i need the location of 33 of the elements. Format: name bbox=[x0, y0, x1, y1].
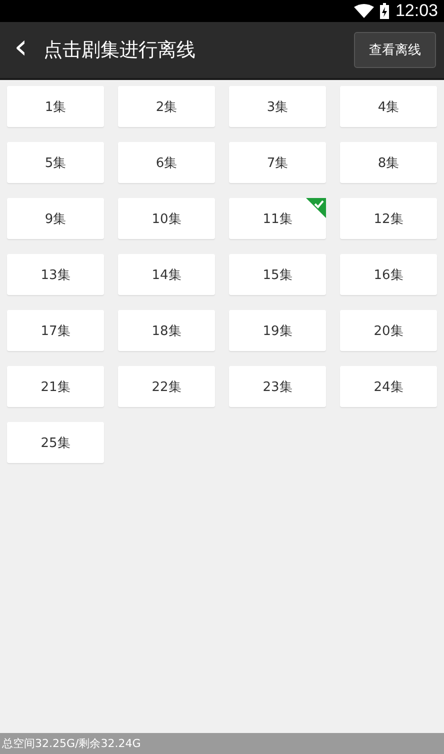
episode-tile[interactable]: 24集 bbox=[340, 366, 437, 407]
episode-tile[interactable]: 8集 bbox=[340, 142, 437, 183]
episode-tile[interactable]: 3集 bbox=[229, 86, 326, 127]
episode-tile[interactable]: 13集 bbox=[7, 254, 104, 295]
back-button[interactable]: ‹ bbox=[14, 30, 34, 70]
episode-tile[interactable]: 16集 bbox=[340, 254, 437, 295]
battery-icon bbox=[380, 3, 390, 19]
episode-tile[interactable]: 12集 bbox=[340, 198, 437, 239]
view-offline-button[interactable]: 查看离线 bbox=[354, 32, 436, 68]
status-time: 12:03 bbox=[395, 1, 438, 21]
wifi-icon bbox=[354, 4, 374, 18]
episode-tile[interactable]: 9集 bbox=[7, 198, 104, 239]
episode-tile[interactable]: 5集 bbox=[7, 142, 104, 183]
episode-tile[interactable]: 14集 bbox=[118, 254, 215, 295]
episode-tile[interactable]: 1集 bbox=[7, 86, 104, 127]
episode-tile[interactable]: 2集 bbox=[118, 86, 215, 127]
episode-tile[interactable]: 15集 bbox=[229, 254, 326, 295]
storage-info: 总空间32.25G/剩余32.24G bbox=[2, 736, 141, 751]
check-icon bbox=[306, 198, 326, 218]
episode-tile[interactable]: 6集 bbox=[118, 142, 215, 183]
episode-tile[interactable]: 18集 bbox=[118, 310, 215, 351]
episode-tile[interactable]: 25集 bbox=[7, 422, 104, 463]
episode-tile[interactable]: 20集 bbox=[340, 310, 437, 351]
episode-tile[interactable]: 11集 bbox=[229, 198, 326, 239]
episode-tile[interactable]: 19集 bbox=[229, 310, 326, 351]
episode-tile[interactable]: 7集 bbox=[229, 142, 326, 183]
episode-tile[interactable]: 21集 bbox=[7, 366, 104, 407]
episode-tile[interactable]: 10集 bbox=[118, 198, 215, 239]
page-title: 点击剧集进行离线 bbox=[44, 38, 197, 63]
episode-tile[interactable]: 4集 bbox=[340, 86, 437, 127]
episode-tile[interactable]: 17集 bbox=[7, 310, 104, 351]
episode-tile[interactable]: 23集 bbox=[229, 366, 326, 407]
episode-tile[interactable]: 22集 bbox=[118, 366, 215, 407]
